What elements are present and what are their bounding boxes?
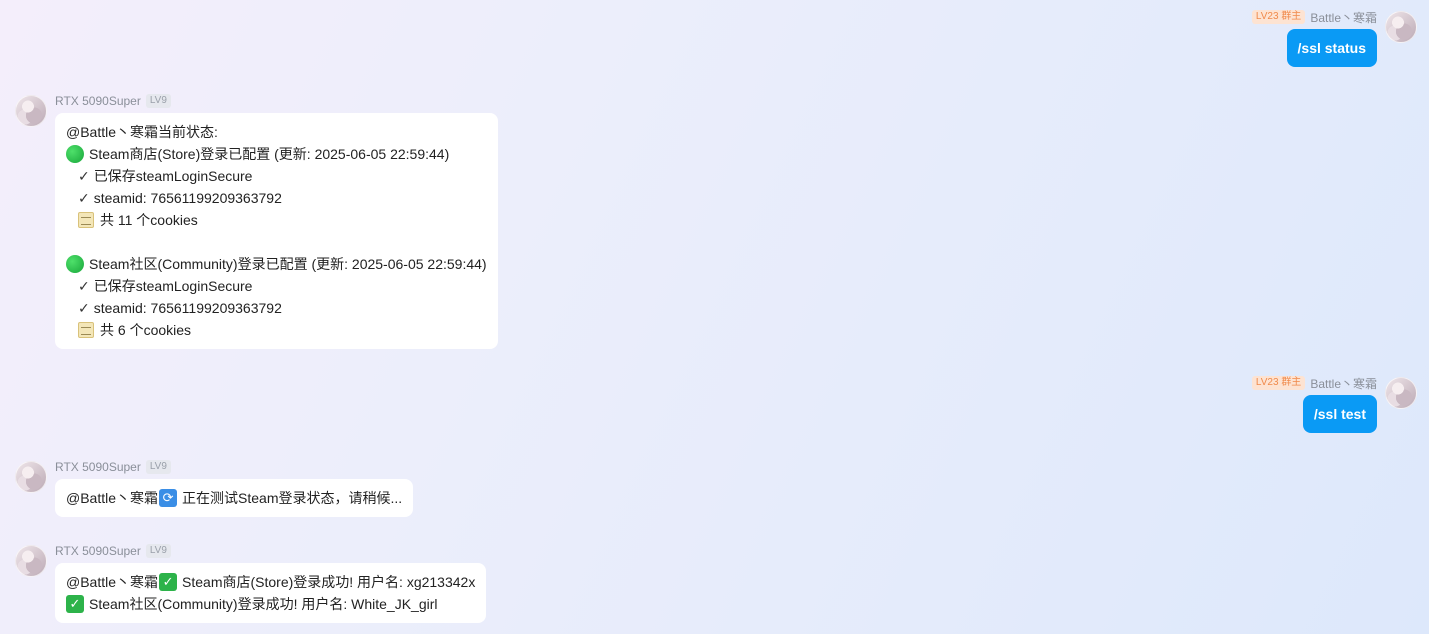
message-line: 共 11 个cookies xyxy=(66,209,487,231)
message-bubble-bot[interactable]: @Battle丶寒霜 ✓ Steam商店(Store)登录成功! 用户名: xg… xyxy=(55,563,487,623)
community-steamid-text: steamid: 76561199209363792 xyxy=(93,300,282,316)
message-line: ✓ 已保存steamLoginSecure xyxy=(66,275,487,297)
sender-name: RTX 5090Super xyxy=(55,544,141,558)
message-line: ✓ Steam社区(Community)登录成功! 用户名: White_JK_… xyxy=(66,593,475,615)
message-line: ✓ steamid: 76561199209363792 xyxy=(66,297,487,319)
bot-avatar[interactable] xyxy=(15,95,47,127)
message-line: Steam商店(Store)登录已配置 (更新: 2025-06-05 22:5… xyxy=(66,143,487,165)
message-line: @Battle丶寒霜 ✓ Steam商店(Store)登录成功! 用户名: xg… xyxy=(66,571,475,593)
community-status-title: Steam社区(Community)登录已配置 (更新: 2025-06-05 … xyxy=(89,256,487,272)
message-line: @Battle丶寒霜当前状态: xyxy=(66,121,487,143)
green-circle-icon xyxy=(66,145,84,163)
status-header: @Battle丶寒霜当前状态: xyxy=(66,124,218,140)
check-mark-icon: ✓ xyxy=(78,190,90,206)
message-text: /ssl test xyxy=(1313,406,1366,422)
mention[interactable]: @Battle丶寒霜 xyxy=(66,571,158,593)
message-bubble-bot[interactable]: @Battle丶寒霜当前状态: Steam商店(Store)登录已配置 (更新:… xyxy=(55,113,498,349)
store-steamid-text: steamid: 76561199209363792 xyxy=(93,190,282,206)
check-mark-button-icon: ✓ xyxy=(66,595,84,613)
check-mark-icon: ✓ xyxy=(78,278,90,294)
community-cookies-text: 共 6 个cookies xyxy=(100,322,192,338)
group-owner-badge: LV23 群主 xyxy=(1251,10,1306,24)
message-line: 共 6 个cookies xyxy=(66,319,487,341)
sender-name: RTX 5090Super xyxy=(55,94,141,108)
group-owner-badge: LV23 群主 xyxy=(1251,376,1306,390)
message-bubble-self[interactable]: /ssl test xyxy=(1302,395,1377,433)
message-line: ✓ steamid: 76561199209363792 xyxy=(66,187,487,209)
user-avatar[interactable] xyxy=(1385,11,1417,43)
message-bubble-self[interactable]: /ssl status xyxy=(1286,29,1377,67)
sender-meta: LV23 群主 Battle丶寒霜 xyxy=(1251,9,1377,25)
refresh-icon: ⟳ xyxy=(159,489,178,507)
green-circle-icon xyxy=(66,255,84,273)
store-saved-text: 已保存steamLoginSecure xyxy=(93,168,253,184)
store-success-text: Steam商店(Store)登录成功! 用户名: xg213342x xyxy=(182,574,476,590)
memo-icon xyxy=(78,212,94,228)
sender-name: Battle丶寒霜 xyxy=(1310,376,1377,391)
community-success-text: Steam社区(Community)登录成功! 用户名: White_JK_gi… xyxy=(89,596,438,612)
check-mark-icon: ✓ xyxy=(78,300,90,316)
check-mark-icon: ✓ xyxy=(78,168,90,184)
store-cookies-text: 共 11 个cookies xyxy=(100,212,198,228)
store-status-title: Steam商店(Store)登录已配置 (更新: 2025-06-05 22:5… xyxy=(89,146,450,162)
community-saved-text: 已保存steamLoginSecure xyxy=(93,278,253,294)
level-badge: LV9 xyxy=(145,544,171,558)
check-mark-button-icon: ✓ xyxy=(159,573,178,591)
sender-meta: RTX 5090Super LV9 xyxy=(55,543,171,559)
bot-avatar[interactable] xyxy=(15,461,47,493)
message-line: ✓ 已保存steamLoginSecure xyxy=(66,165,487,187)
message-line: @Battle丶寒霜 ⟳ 正在测试Steam登录状态，请稍候... xyxy=(66,487,402,509)
sender-name: Battle丶寒霜 xyxy=(1310,10,1377,25)
sender-meta: RTX 5090Super LV9 xyxy=(55,459,171,475)
level-badge: LV9 xyxy=(145,94,171,108)
sender-meta: RTX 5090Super LV9 xyxy=(55,93,171,109)
memo-icon xyxy=(78,322,94,338)
user-avatar[interactable] xyxy=(1385,377,1417,409)
message-bubble-bot[interactable]: @Battle丶寒霜 ⟳ 正在测试Steam登录状态，请稍候... xyxy=(55,479,414,517)
testing-text: 正在测试Steam登录状态，请稍候... xyxy=(182,490,403,506)
sender-name: RTX 5090Super xyxy=(55,460,141,474)
bot-avatar[interactable] xyxy=(15,545,47,577)
mention[interactable]: @Battle丶寒霜 xyxy=(66,487,158,509)
message-text: /ssl status xyxy=(1297,40,1366,56)
message-line: Steam社区(Community)登录已配置 (更新: 2025-06-05 … xyxy=(66,253,487,275)
sender-meta: LV23 群主 Battle丶寒霜 xyxy=(1251,375,1377,391)
level-badge: LV9 xyxy=(145,460,171,474)
